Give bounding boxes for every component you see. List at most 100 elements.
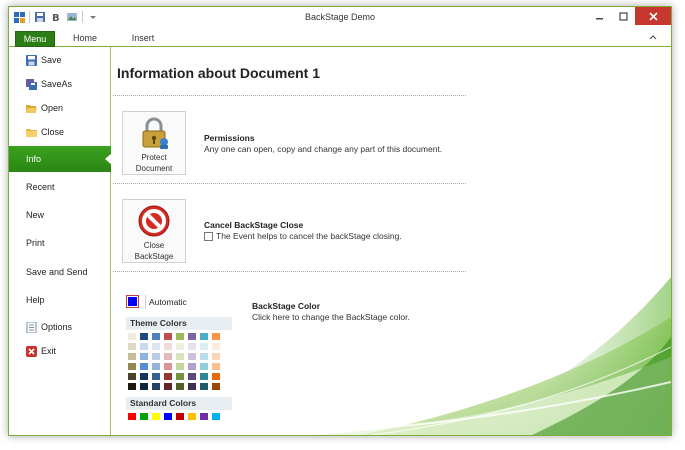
sidebar-item-recent[interactable]: Recent: [9, 176, 111, 198]
sidebar-item-save-and-send[interactable]: Save and Send: [9, 261, 111, 283]
theme-color-swatch[interactable]: [152, 383, 160, 390]
theme-color-swatch[interactable]: [140, 363, 148, 370]
sidebar-item-info[interactable]: Info: [9, 146, 112, 172]
button-label-line: Protect: [141, 153, 167, 162]
theme-color-swatch[interactable]: [200, 383, 208, 390]
tab-menu[interactable]: Menu: [15, 31, 55, 47]
standard-color-swatch[interactable]: [140, 413, 148, 420]
folder-open-icon: [26, 103, 37, 114]
backstage-color-description[interactable]: Click here to change the BackStage color…: [252, 312, 410, 322]
theme-color-swatch[interactable]: [176, 373, 184, 380]
standard-color-swatch[interactable]: [152, 413, 160, 420]
theme-color-swatch[interactable]: [152, 373, 160, 380]
protect-document-label: Protect Document: [124, 152, 184, 174]
theme-color-swatch[interactable]: [140, 353, 148, 360]
theme-color-swatch[interactable]: [176, 343, 184, 350]
theme-color-swatch[interactable]: [200, 373, 208, 380]
tab-insert[interactable]: Insert: [125, 31, 161, 47]
sidebar-item-label: Save and Send: [26, 267, 88, 277]
backstage-color-title: BackStage Color: [252, 301, 321, 311]
minimize-ribbon-icon[interactable]: [649, 32, 657, 42]
section-divider: [113, 95, 466, 96]
theme-color-swatch[interactable]: [128, 383, 136, 390]
cancel-close-checkbox[interactable]: [204, 231, 213, 241]
theme-color-swatch[interactable]: [152, 353, 160, 360]
tab-home[interactable]: Home: [67, 31, 103, 47]
theme-color-swatch[interactable]: [188, 363, 196, 370]
sidebar-item-help[interactable]: Help: [9, 289, 111, 311]
sidebar-item-saveas[interactable]: SaveAs: [9, 73, 111, 95]
theme-color-swatch[interactable]: [140, 333, 148, 340]
theme-color-swatch[interactable]: [152, 333, 160, 340]
automatic-color-option[interactable]: Automatic: [126, 295, 187, 308]
theme-color-swatch[interactable]: [188, 343, 196, 350]
theme-color-swatch[interactable]: [212, 333, 220, 340]
theme-color-swatch[interactable]: [176, 353, 184, 360]
theme-color-swatch[interactable]: [152, 343, 160, 350]
theme-color-swatch[interactable]: [140, 373, 148, 380]
theme-color-swatch[interactable]: [176, 363, 184, 370]
sidebar-item-options[interactable]: Options: [9, 316, 111, 338]
theme-color-swatch[interactable]: [164, 383, 172, 390]
standard-color-swatch[interactable]: [188, 413, 196, 420]
automatic-color-swatch[interactable]: [126, 295, 139, 308]
standard-color-swatch[interactable]: [176, 413, 184, 420]
permissions-title: Permissions: [204, 133, 255, 143]
button-label-line: Document: [135, 164, 173, 173]
sidebar-item-print[interactable]: Print: [9, 232, 111, 254]
exit-icon: [26, 345, 37, 357]
theme-color-swatch[interactable]: [128, 353, 136, 360]
sidebar-item-exit[interactable]: Exit: [9, 340, 111, 362]
automatic-color-label: Automatic: [149, 296, 187, 307]
save-as-icon: [26, 78, 37, 90]
theme-color-swatch[interactable]: [200, 353, 208, 360]
stop-sign-icon: [137, 204, 171, 238]
theme-color-swatch[interactable]: [212, 343, 220, 350]
theme-color-swatch[interactable]: [188, 373, 196, 380]
theme-color-swatch[interactable]: [128, 343, 136, 350]
theme-color-swatch[interactable]: [140, 343, 148, 350]
theme-color-swatch[interactable]: [128, 363, 136, 370]
theme-color-swatch[interactable]: [200, 343, 208, 350]
theme-color-swatch[interactable]: [212, 373, 220, 380]
close-backstage-button[interactable]: Close BackStage: [122, 199, 186, 263]
standard-colors-header: Standard Colors: [126, 397, 232, 410]
sidebar-item-save[interactable]: Save: [9, 49, 111, 71]
theme-color-swatch[interactable]: [212, 383, 220, 390]
minimize-button[interactable]: [587, 7, 611, 25]
sidebar-item-close[interactable]: Close: [9, 121, 111, 143]
sidebar-item-new[interactable]: New: [9, 204, 111, 226]
close-button[interactable]: [635, 7, 671, 25]
page-title: Information about Document 1: [117, 65, 320, 81]
theme-color-swatch[interactable]: [140, 383, 148, 390]
theme-color-swatch[interactable]: [128, 373, 136, 380]
theme-color-swatch[interactable]: [188, 333, 196, 340]
theme-color-swatch[interactable]: [176, 333, 184, 340]
close-backstage-label: Close BackStage: [124, 240, 184, 262]
cancel-close-option[interactable]: The Event helps to cancel the backStage …: [204, 231, 402, 241]
theme-color-swatch[interactable]: [164, 373, 172, 380]
theme-color-swatch[interactable]: [212, 363, 220, 370]
sidebar-item-open[interactable]: Open: [9, 97, 111, 119]
permissions-description: Any one can open, copy and change any pa…: [204, 144, 443, 154]
theme-color-swatch[interactable]: [128, 333, 136, 340]
theme-color-swatch[interactable]: [176, 383, 184, 390]
standard-color-swatch[interactable]: [164, 413, 172, 420]
sidebar-item-label: Open: [41, 103, 64, 113]
theme-color-swatch[interactable]: [164, 343, 172, 350]
theme-color-swatch[interactable]: [164, 353, 172, 360]
theme-color-swatch[interactable]: [200, 333, 208, 340]
standard-color-swatch[interactable]: [200, 413, 208, 420]
theme-color-swatch[interactable]: [200, 363, 208, 370]
standard-color-swatch[interactable]: [212, 413, 220, 420]
maximize-button[interactable]: [611, 7, 635, 25]
theme-color-swatch[interactable]: [164, 363, 172, 370]
theme-color-swatch[interactable]: [188, 353, 196, 360]
protect-document-button[interactable]: Protect Document: [122, 111, 186, 175]
theme-color-swatch[interactable]: [188, 383, 196, 390]
theme-color-swatch[interactable]: [164, 333, 172, 340]
theme-color-swatch[interactable]: [152, 363, 160, 370]
standard-color-swatch[interactable]: [128, 413, 136, 420]
theme-color-swatch[interactable]: [212, 353, 220, 360]
sidebar-item-label: Exit: [41, 346, 57, 356]
